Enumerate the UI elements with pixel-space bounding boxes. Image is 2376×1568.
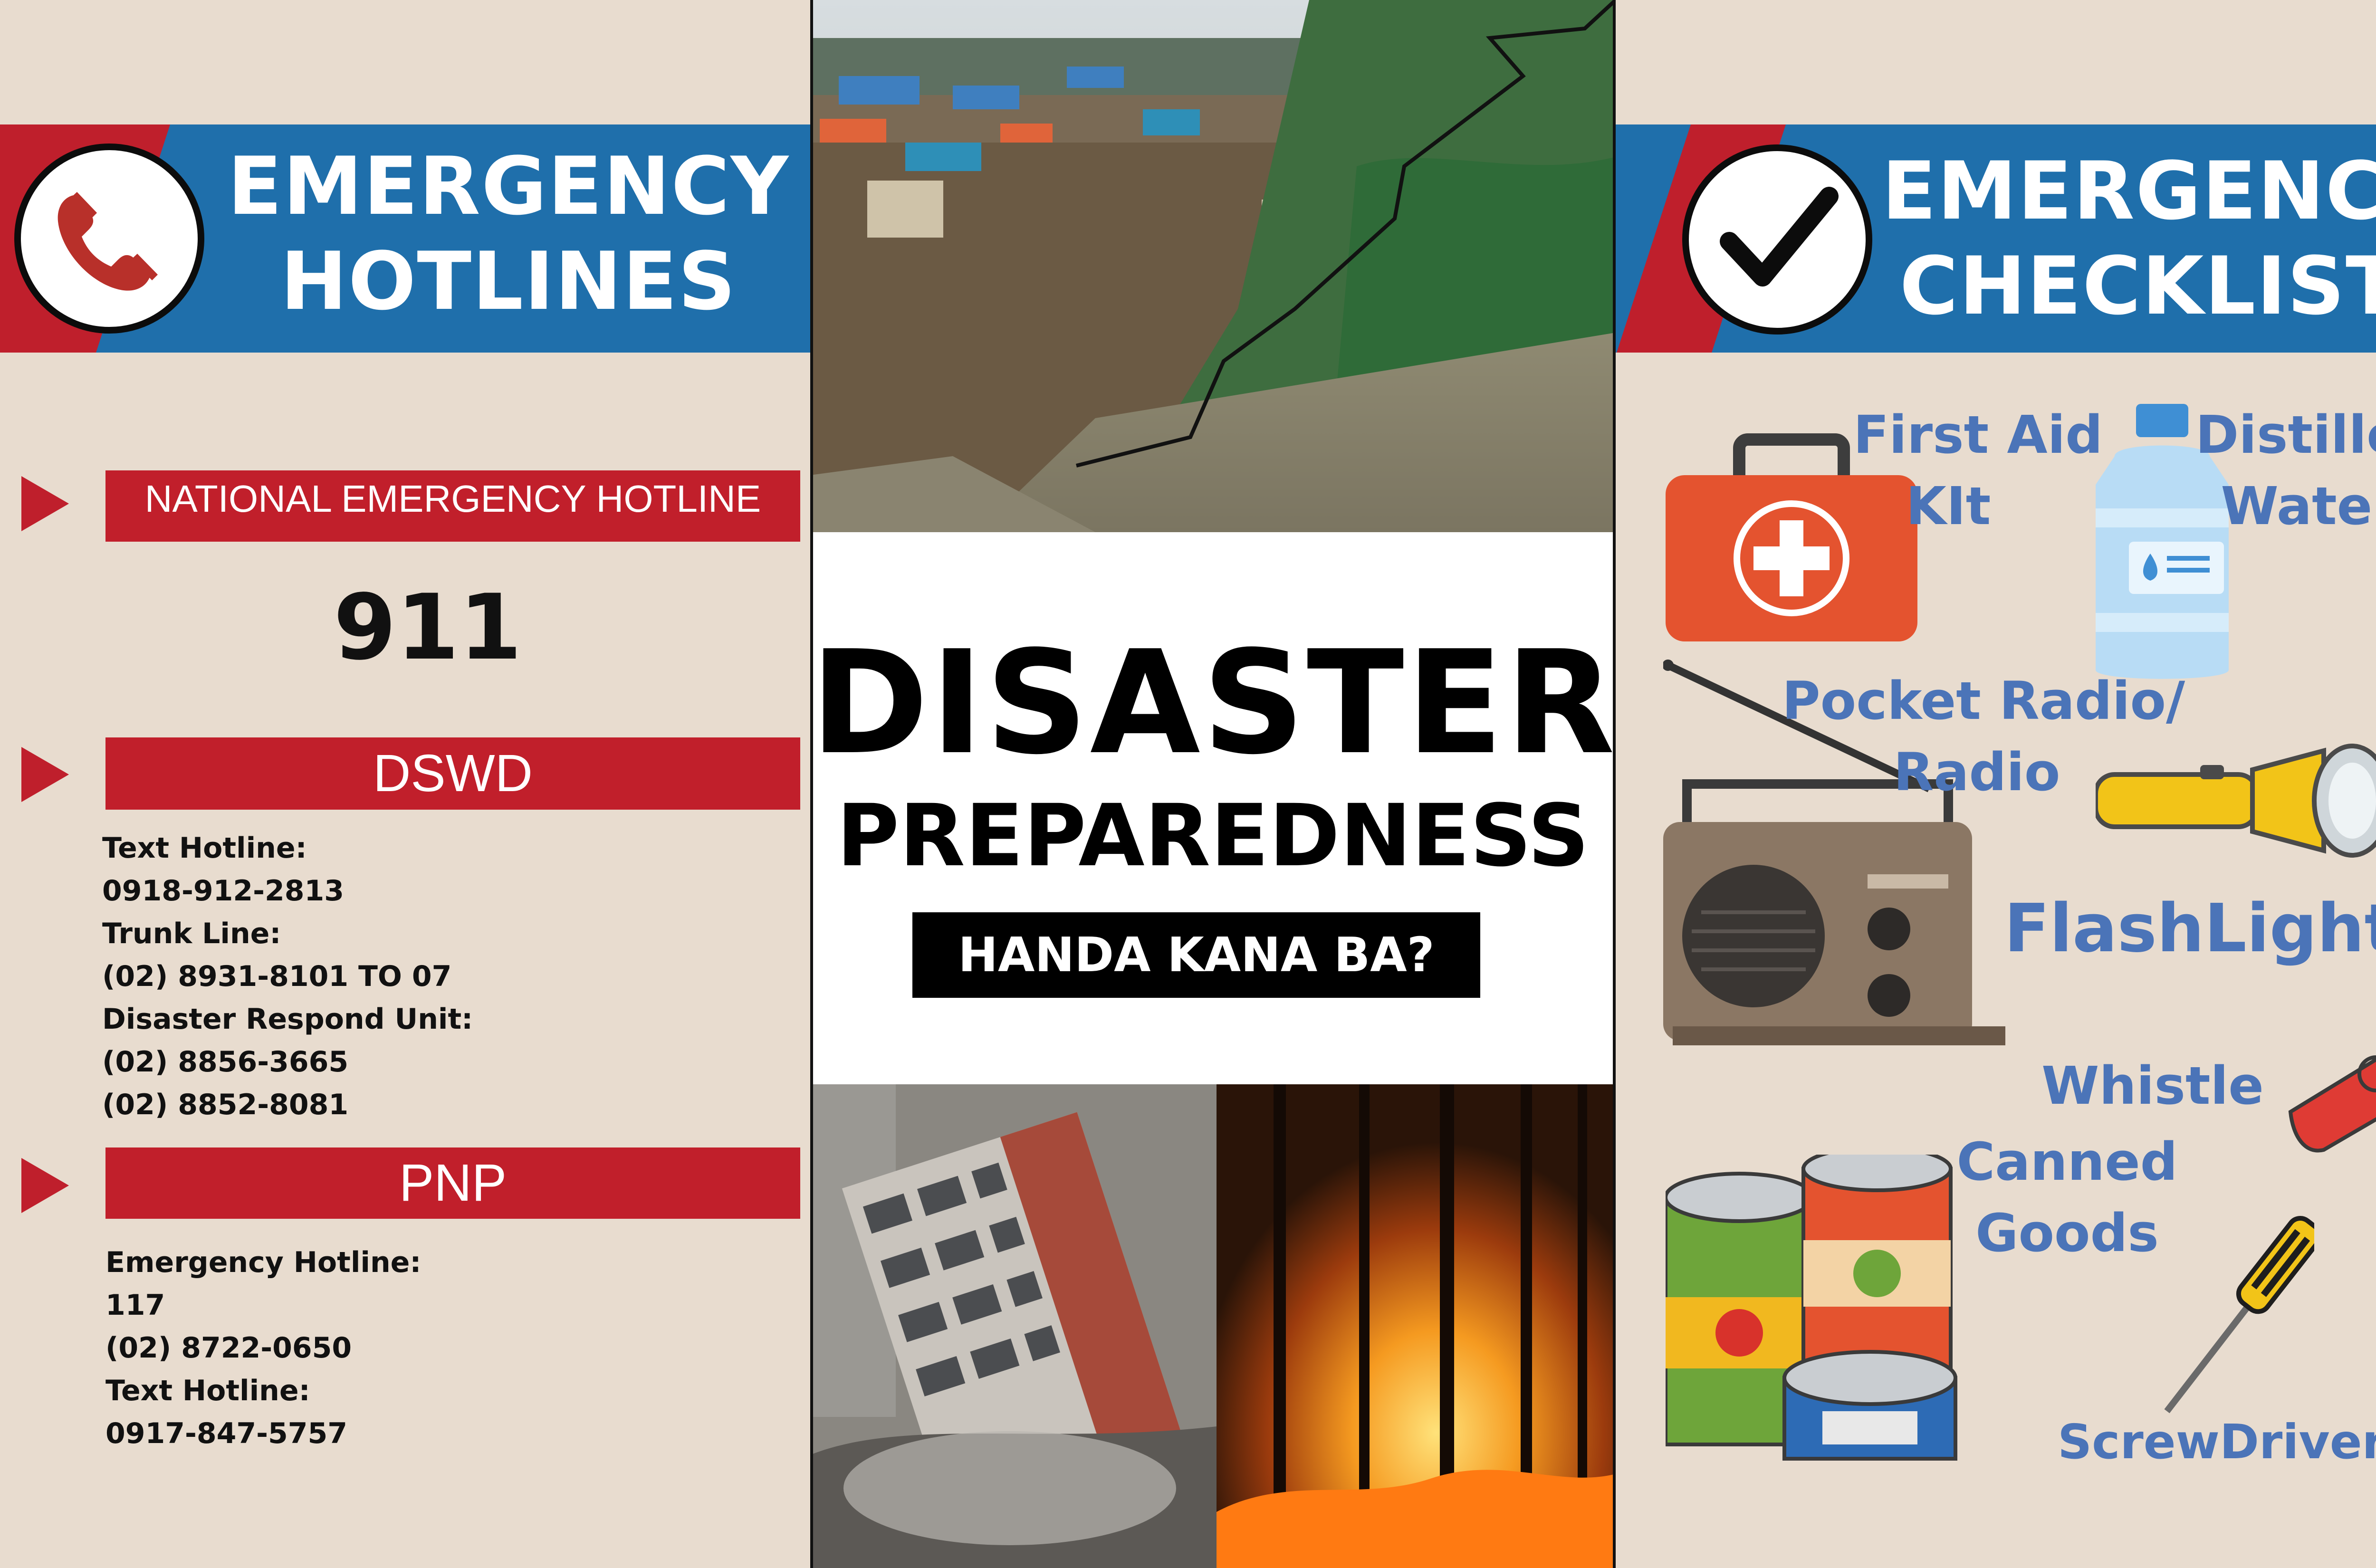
flashlight-label: FlashLight bbox=[2004, 890, 2376, 967]
pnp-line: 117 bbox=[105, 1289, 165, 1322]
dswd-line: (02) 8931-8101 TO 07 bbox=[102, 960, 452, 993]
checklist-title-line2: CHECKLIST bbox=[1899, 239, 2376, 333]
pnp-line: Text Hotline: bbox=[105, 1374, 310, 1407]
whistle-icon bbox=[2281, 1031, 2376, 1155]
tagline: HANDA KANA BA? bbox=[912, 912, 1480, 998]
flood-photo bbox=[810, 0, 1616, 532]
national-hotline-number: 911 bbox=[333, 575, 522, 680]
dswd-line: (02) 8852-8081 bbox=[102, 1088, 349, 1121]
dswd-line: Trunk Line: bbox=[102, 917, 281, 950]
canned-goods-label: Canned Goods bbox=[1956, 1131, 2178, 1263]
distilled-water-label: Distilled Water bbox=[2195, 404, 2376, 536]
screwdriver-icon bbox=[2153, 1212, 2322, 1421]
whistle-label: Whistle bbox=[2041, 1055, 2264, 1116]
hotlines-panel: EMERGENCY HOTLINES NATIONAL EMERGENCY HO… bbox=[0, 0, 810, 1568]
first-aid-label: First Aid KIt bbox=[1853, 404, 2103, 536]
pnp-label: PNP bbox=[105, 1147, 800, 1219]
dswd-line: Text Hotline: bbox=[102, 832, 307, 865]
pnp-line: Emergency Hotline: bbox=[105, 1246, 422, 1279]
dswd-label: DSWD bbox=[105, 737, 800, 810]
center-panel: DISASTER PREPAREDNESS HANDA KANA BA? bbox=[810, 0, 1616, 1568]
hotlines-title-line2: HOTLINES bbox=[280, 235, 737, 328]
pnp-line: 0917-847-5757 bbox=[105, 1417, 348, 1450]
dswd-contacts: Text Hotline: 0918-912-2813 Trunk Line: … bbox=[102, 827, 473, 1126]
checklist-title-line1: EMERGENCY bbox=[1882, 144, 2376, 238]
pnp-line: (02) 8722-0650 bbox=[105, 1331, 352, 1365]
dswd-line: (02) 8856-3665 bbox=[102, 1045, 349, 1079]
screwdriver-label: ScrewDriver bbox=[2058, 1414, 2376, 1470]
checklist-banner: EMERGENCY CHECKLIST bbox=[1616, 124, 2376, 353]
earthquake-photo bbox=[810, 1084, 1217, 1568]
preparedness-title: PREPAREDNESS bbox=[836, 786, 1590, 886]
arrow-icon bbox=[21, 747, 69, 802]
dswd-line: Disaster Respond Unit: bbox=[102, 1003, 473, 1036]
disaster-title: DISASTER bbox=[810, 620, 1616, 786]
wildfire-photo bbox=[1217, 1084, 1616, 1568]
pnp-contacts: Emergency Hotline: 117 (02) 8722-0650 Te… bbox=[105, 1241, 421, 1455]
arrow-icon bbox=[21, 1158, 69, 1213]
national-hotline-label: NATIONAL EMERGENCY HOTLINE bbox=[105, 470, 800, 542]
hotlines-banner: EMERGENCY HOTLINES bbox=[0, 124, 810, 353]
hotlines-title-line1: EMERGENCY bbox=[227, 140, 790, 233]
flashlight-icon bbox=[2093, 741, 2376, 860]
phone-icon bbox=[14, 143, 204, 334]
dswd-line: 0918-912-2813 bbox=[102, 874, 345, 908]
arrow-icon bbox=[21, 476, 69, 531]
checklist-panel: EMERGENCY CHECKLIST First Aid KIt Distil… bbox=[1616, 0, 2376, 1568]
checkmark-icon bbox=[1682, 144, 1872, 335]
